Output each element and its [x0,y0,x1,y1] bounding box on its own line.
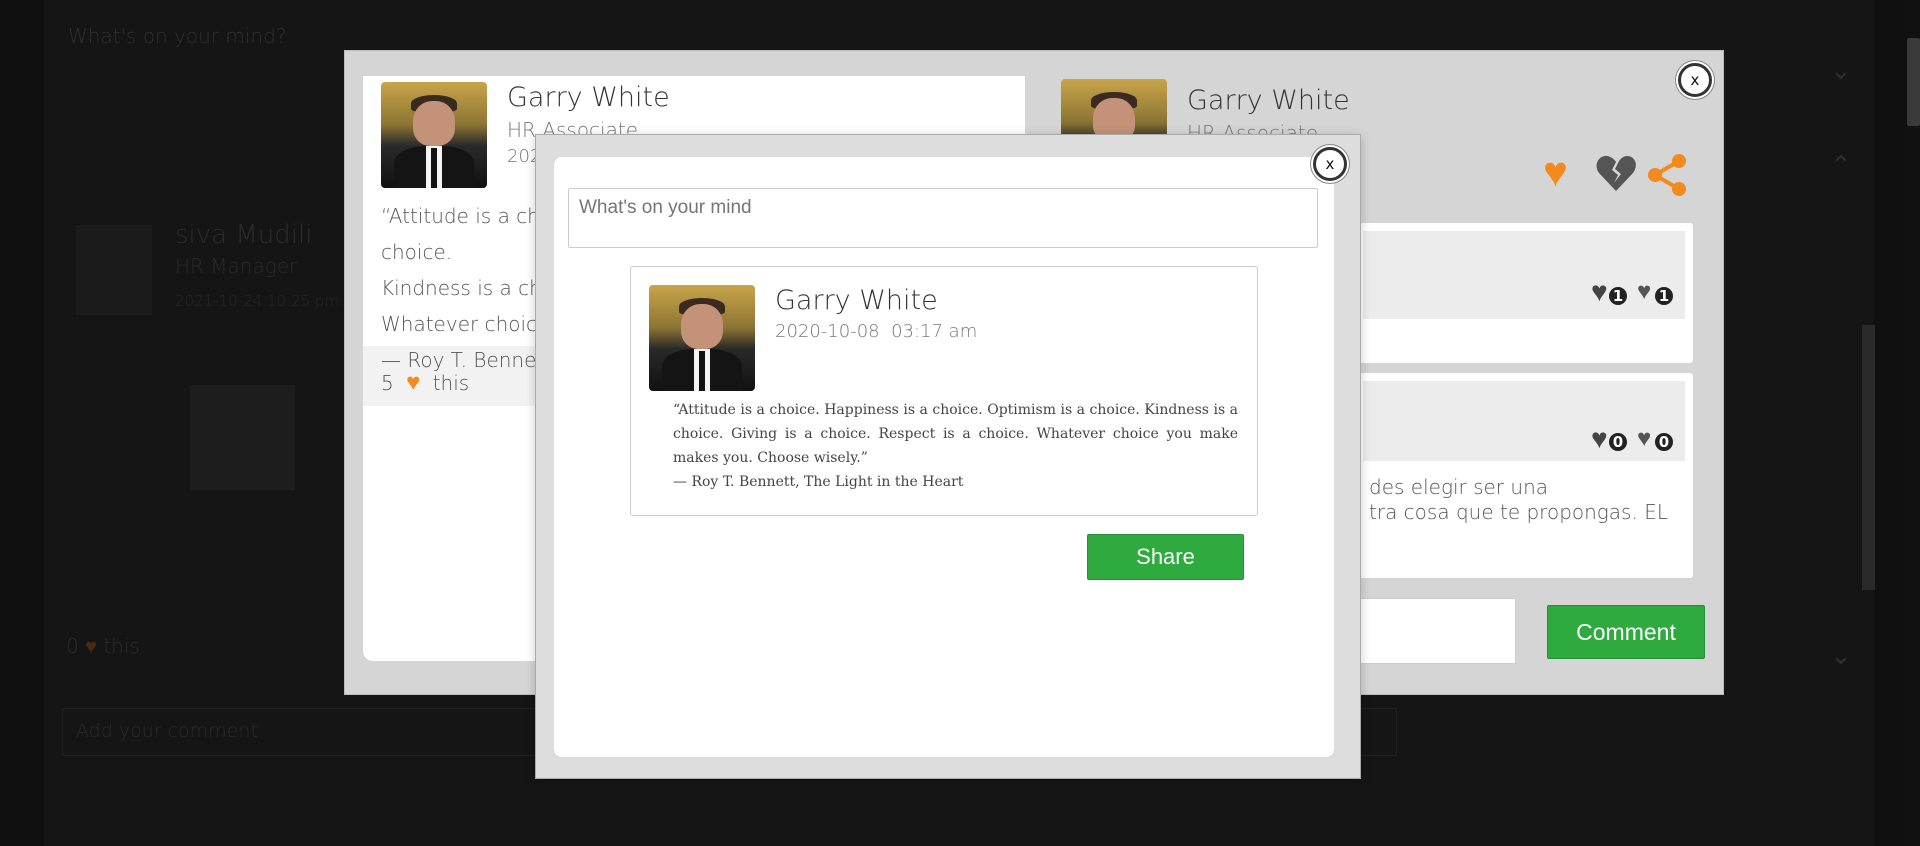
bg-post-image [190,385,295,490]
shared-post-timestamp: 2020-10-08 03:17 am [775,321,977,342]
heart-icon[interactable]: ♥ [1591,278,1608,306]
quote-text: “Attitude is a choice. Happiness is a ch… [673,402,1238,466]
like-count: 5 [381,371,394,395]
bg-avatar [76,225,152,315]
avatar [381,82,487,188]
shared-post-preview: Garry White 2020-10-08 03:17 am “Attitud… [630,266,1258,516]
page-scrollbar[interactable] [1907,0,1920,846]
dislike-count-badge: 1 [1655,287,1673,305]
broken-heart-icon[interactable] [1595,153,1637,195]
comment-item: ♥ 1 ♥ 1 [1355,223,1693,363]
right-author: Garry White [1187,85,1350,116]
broken-heart-icon[interactable]: ♥ [1637,427,1651,451]
dislike-count-badge: 0 [1655,433,1673,451]
like-summary: 5 ♥ this [381,368,469,397]
comment-body [1363,231,1685,319]
share-button[interactable]: Share [1087,534,1244,580]
comment-text: des elegir ser una tra cosa que te propo… [1369,475,1668,524]
like-suffix: this [432,371,470,395]
close-button[interactable]: x [1313,147,1347,181]
heart-icon[interactable]: ♥ [1591,425,1608,453]
like-count-badge: 0 [1609,433,1627,451]
chevron-up-icon: ⌃ [1830,150,1852,180]
inner-scrollbar-thumb[interactable] [1862,325,1875,590]
broken-heart-icon[interactable]: ♥ [1637,280,1651,304]
bg-poster-time: 2021-10-24 10:25 pm [175,292,340,310]
share-message-input[interactable] [568,188,1318,248]
quote-attribution: — Roy T. Bennett, The Light in the Heart [673,474,964,490]
close-icon: x [1325,155,1335,173]
bg-compose-placeholder: What's on your mind? [68,24,287,48]
page-scrollbar-thumb[interactable] [1907,38,1920,126]
shared-post-date: 2020-10-08 [775,321,880,342]
comment-item: ♥ 0 ♥ 0 des elegir ser una tra cosa que … [1355,373,1693,578]
bg-poster-name: siva Mudili [175,220,313,250]
bg-like-count: 0 ♥ this [66,634,140,658]
chevron-down-icon: ⌄ [1830,640,1852,670]
bg-poster-title: HR Manager [175,254,298,278]
heart-icon: ♥ [406,368,421,396]
shared-post-author: Garry White [775,285,938,316]
share-modal: x Garry White 2020-10-08 03:17 am “Attit… [535,134,1361,779]
heart-icon[interactable]: ♥ [1543,151,1568,193]
comment-button[interactable]: Comment [1547,605,1705,659]
chevron-down-icon: ⌄ [1830,55,1852,85]
like-count-badge: 1 [1609,287,1627,305]
share-icon[interactable] [1645,153,1689,197]
close-icon: x [1690,71,1700,89]
bg-comment-placeholder: Add your comment [76,720,258,742]
shared-post-quote: “Attitude is a choice. Happiness is a ch… [673,398,1238,494]
post-author: Garry White [507,82,670,113]
shared-post-time: 03:17 am [891,321,978,342]
avatar [649,285,755,391]
close-button[interactable]: x [1678,63,1712,97]
